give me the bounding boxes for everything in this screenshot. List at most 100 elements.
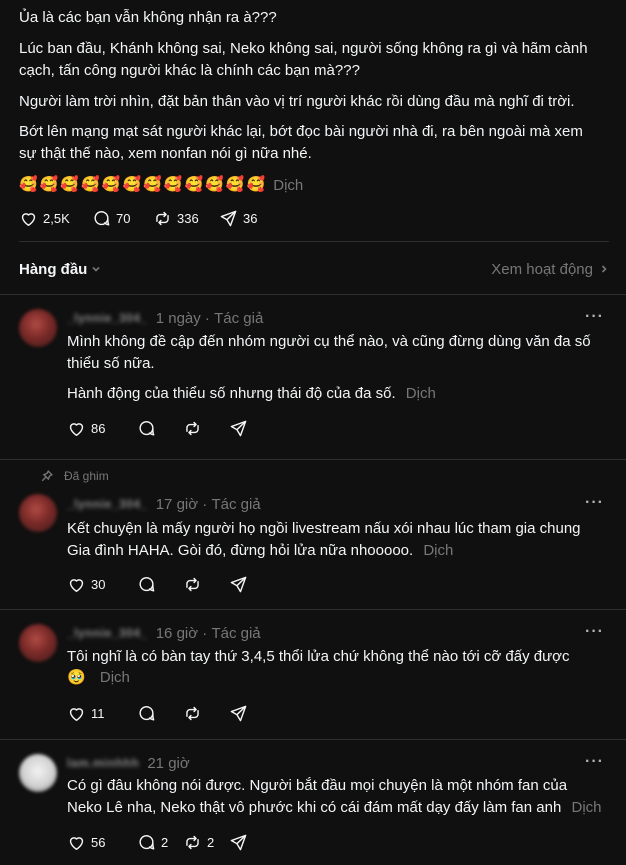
comment-text: Hành động của thiểu số nhưng thái độ của… xyxy=(67,385,396,402)
reply-button[interactable]: 2 xyxy=(137,831,183,853)
smiling-face-hearts-emoji: 🥰 xyxy=(143,176,162,193)
repost-icon xyxy=(186,706,199,720)
comment-action-bar: 56 2 2 xyxy=(67,831,248,853)
comment-item: _lynnie_304_ 1 ngày · Tác giả ··· Mình k… xyxy=(0,295,626,459)
sort-label: Hàng đầu xyxy=(19,260,88,278)
smiling-face-hearts-emoji: 🥰 xyxy=(246,176,266,193)
comment-text-line: Hành động của thiểu số nhưng thái độ của… xyxy=(67,383,602,405)
translate-link[interactable]: Dịch xyxy=(273,177,303,194)
more-options-icon[interactable]: ··· xyxy=(585,494,604,512)
avatar[interactable] xyxy=(19,754,57,792)
username[interactable]: _lynnie_304_ xyxy=(67,311,148,325)
pin-icon xyxy=(41,470,53,482)
comment-item: Đã ghim _lynnie_304_ 17 giờ · Tác giả ··… xyxy=(0,460,626,609)
emoji-row: 🥰 🥰 🥰 🥰 🥰 🥰 🥰 🥰 🥰 🥰 🥰 🥰 Dịch xyxy=(19,174,303,196)
comment-icon xyxy=(139,420,155,436)
reply-count: 2 xyxy=(161,834,169,850)
share-button[interactable] xyxy=(229,573,248,595)
send-icon xyxy=(230,420,247,436)
timestamp: 17 giờ xyxy=(155,495,199,513)
avatar[interactable] xyxy=(19,309,57,347)
share-button[interactable] xyxy=(229,831,248,853)
like-button[interactable]: 86 xyxy=(67,417,137,439)
timestamp: 1 ngày xyxy=(155,309,201,327)
reply-button[interactable]: 70 xyxy=(92,207,153,229)
send-icon xyxy=(230,705,247,721)
translate-link[interactable]: Dịch xyxy=(406,385,436,402)
repost-icon xyxy=(186,577,199,591)
like-button[interactable]: 30 xyxy=(67,573,137,595)
repost-button[interactable] xyxy=(183,417,229,439)
comment-meta: _lynnie_304_ 16 giờ · Tác giả xyxy=(67,623,261,643)
post-paragraph: Bớt lên mạng mạt sát người khác lại, bớt… xyxy=(19,123,583,162)
send-icon xyxy=(230,576,247,592)
comment-icon xyxy=(139,576,155,592)
translate-link[interactable]: Dịch xyxy=(423,542,453,559)
username[interactable]: lam.minhhh xyxy=(67,756,139,770)
repost-button[interactable]: 336 xyxy=(153,207,219,229)
repost-button[interactable] xyxy=(183,702,229,724)
smiling-face-hearts-emoji: 🥰 xyxy=(60,176,80,193)
translate-link[interactable]: Dịch xyxy=(571,799,601,816)
share-button[interactable]: 36 xyxy=(219,207,257,229)
reply-button[interactable] xyxy=(137,702,183,724)
share-button[interactable] xyxy=(229,417,248,439)
sort-row: Hàng đầu Xem hoạt động xyxy=(19,258,609,280)
like-count: 11 xyxy=(91,705,105,721)
author-tag: Tác giả xyxy=(211,624,261,642)
like-button[interactable]: 11 xyxy=(67,702,137,724)
comment-meta: _lynnie_304_ 1 ngày · Tác giả xyxy=(67,308,263,328)
heart-icon xyxy=(69,578,84,592)
smiling-face-hearts-emoji: 🥰 xyxy=(184,176,204,193)
like-button[interactable]: 2,5K xyxy=(19,207,92,229)
more-options-icon[interactable]: ··· xyxy=(585,308,604,326)
like-count: 86 xyxy=(91,420,106,436)
avatar[interactable] xyxy=(19,494,57,532)
comment-text: Tôi nghĩ là có bàn tay thứ 3,4,5 thổi lử… xyxy=(67,648,570,665)
pinned-indicator: Đã ghim xyxy=(40,468,109,484)
like-count: 2,5K xyxy=(43,210,70,226)
view-activity-link[interactable]: Xem hoạt động xyxy=(491,261,609,278)
translate-link[interactable]: Dịch xyxy=(100,669,130,686)
smiling-face-hearts-emoji: 🥰 xyxy=(81,176,100,193)
comment-text: Có gì đâu không nói được. Người bắt đầu … xyxy=(67,777,568,816)
heart-icon xyxy=(69,836,84,850)
comment-action-bar: 11 xyxy=(67,702,248,724)
avatar[interactable] xyxy=(19,624,57,662)
username[interactable]: _lynnie_304_ xyxy=(67,626,148,640)
comment-item: lam.minhhh 21 giờ ··· Có gì đâu không nó… xyxy=(0,740,626,865)
repost-button[interactable] xyxy=(183,573,229,595)
smiling-face-hearts-emoji: 🥰 xyxy=(225,176,245,193)
chevron-right-icon xyxy=(601,265,607,273)
reply-button[interactable] xyxy=(137,417,183,439)
comment-text-block: Có gì đâu không nói được. Người bắt đầu … xyxy=(67,775,602,819)
comment-text: Mình không đề cập đến nhóm người cụ thể … xyxy=(67,333,591,372)
author-separator: · xyxy=(200,309,215,327)
more-options-icon[interactable]: ··· xyxy=(585,753,604,771)
pleading-face-emoji: 🥹 xyxy=(67,669,86,686)
comment-text-line: 🥹 Dịch xyxy=(67,667,602,689)
post-paragraph: Lúc ban đầu, Khánh không sai, Neko không… xyxy=(19,40,588,79)
send-icon xyxy=(220,210,237,226)
post-action-bar: 2,5K 70 336 36 xyxy=(19,207,257,229)
repost-count: 336 xyxy=(177,210,199,226)
like-count: 56 xyxy=(91,834,106,850)
heart-icon xyxy=(69,707,84,721)
username[interactable]: _lynnie_304_ xyxy=(67,497,148,511)
author-separator: · xyxy=(198,495,212,513)
divider xyxy=(19,241,609,242)
repost-button[interactable]: 2 xyxy=(183,831,229,853)
like-count: 30 xyxy=(91,576,106,592)
reply-count: 70 xyxy=(116,210,131,226)
more-options-icon[interactable]: ··· xyxy=(585,623,604,641)
sort-dropdown[interactable]: Hàng đầu xyxy=(19,261,101,278)
comment-action-bar: 30 xyxy=(67,573,248,595)
reply-button[interactable] xyxy=(137,573,183,595)
smiling-face-hearts-emoji: 🥰 xyxy=(39,176,59,193)
post-paragraph: Ủa là các bạn vẫn không nhận ra à??? xyxy=(19,9,277,26)
heart-icon xyxy=(21,212,36,226)
view-activity-label: Xem hoạt động xyxy=(491,260,593,278)
share-button[interactable] xyxy=(229,702,248,724)
comment-text: Kết chuyện là mấy người họ ngồi livestre… xyxy=(67,520,581,559)
like-button[interactable]: 56 xyxy=(67,831,137,853)
